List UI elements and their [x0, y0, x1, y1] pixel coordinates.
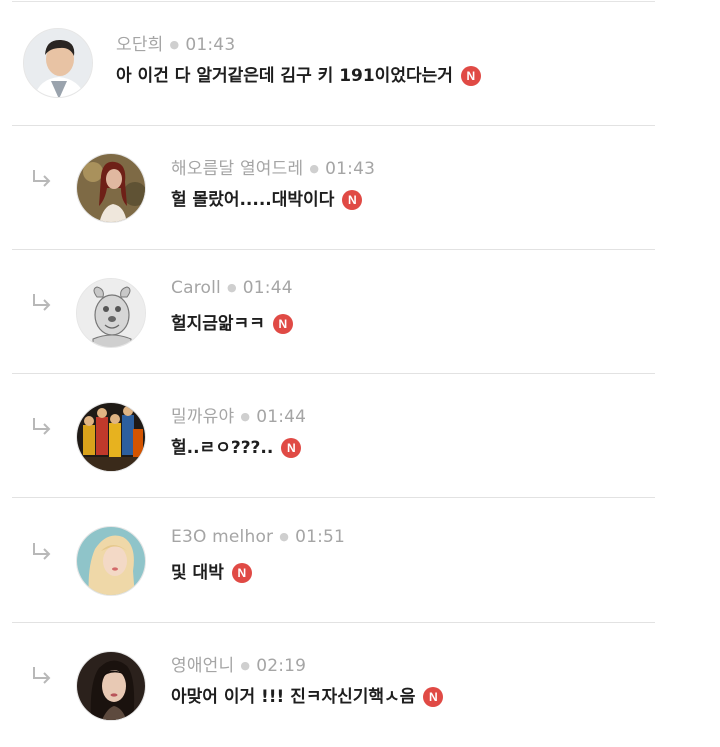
timestamp: 01:43: [325, 159, 376, 179]
author-name[interactable]: E3O melhor: [171, 527, 273, 547]
comment-body: 아 이건 다 알거같은데 김구 키 191이었다는거: [116, 66, 453, 86]
avatar-cartoon-dog-icon: [77, 279, 145, 347]
timestamp: 01:43: [185, 35, 236, 55]
reply-arrow-icon: [33, 667, 51, 684]
comment-body: 헐..ㄹㅇ???..: [171, 438, 274, 458]
comment-text: 아 이건 다 알거같은데 김구 키 191이었다는거 N: [116, 61, 481, 86]
comment-text: 및 대박 N: [171, 558, 252, 583]
author-name[interactable]: 영애언니: [171, 656, 234, 676]
timestamp: 01:44: [242, 278, 293, 298]
comment-body: 헐 몰랐어.....대박이다: [171, 190, 335, 210]
comment-text: 헐지금앎ㅋㅋ N: [171, 309, 293, 334]
comment-body: 아맞어 이거 !!! 진ㅋ자신기핵ㅅ음: [171, 687, 416, 707]
comment-text: 헐..ㄹㅇ???.. N: [171, 433, 302, 458]
separator-dot: ●: [169, 38, 180, 51]
timestamp: 02:19: [256, 656, 307, 676]
comment-text: 아맞어 이거 !!! 진ㅋ자신기핵ㅅ음 N: [171, 682, 444, 707]
reply-item: E3O melhor ● 01:51 및 대박 N: [12, 499, 655, 623]
avatar-blonde-woman-icon: [77, 527, 145, 595]
new-badge-icon: N: [272, 314, 293, 334]
author-name[interactable]: 오단희: [116, 35, 164, 55]
reply-item: 해오름달 열여드레 ● 01:43 헐 몰랐어.....대박이다 N: [12, 126, 655, 250]
comment-meta: 해오름달 열여드레 ● 01:43: [171, 154, 375, 179]
new-badge-icon: N: [423, 687, 444, 707]
avatar[interactable]: [76, 402, 146, 472]
reply-arrow-icon: [33, 543, 51, 560]
separator-dot: ●: [226, 281, 237, 294]
separator-dot: ●: [279, 530, 290, 543]
separator-dot: ●: [309, 162, 320, 175]
comment-meta: Caroll ● 01:44: [171, 278, 293, 298]
comment-body: 헐지금앎ㅋㅋ: [171, 314, 265, 334]
comment-meta: 밀까유야 ● 01:44: [171, 402, 306, 427]
separator-dot: ●: [240, 410, 251, 423]
separator-dot: ●: [240, 659, 251, 672]
reply-arrow-icon: [33, 418, 51, 435]
avatar[interactable]: [76, 153, 146, 223]
comment-meta: 영애언니 ● 02:19: [171, 651, 306, 676]
avatar-dark-hair-woman-icon: [77, 652, 145, 720]
author-name[interactable]: 밀까유야: [171, 407, 234, 427]
timestamp: 01:51: [295, 527, 346, 547]
avatar[interactable]: [23, 28, 93, 98]
new-badge-icon: N: [281, 438, 302, 458]
author-name[interactable]: Caroll: [171, 278, 221, 298]
reply-item: Caroll ● 01:44 헐지금앎ㅋㅋ N: [12, 250, 655, 374]
comment-body: 및 대박: [171, 563, 224, 583]
new-badge-icon: N: [231, 563, 252, 583]
comment-text: 헐 몰랐어.....대박이다 N: [171, 185, 363, 210]
avatar[interactable]: [76, 278, 146, 348]
timestamp: 01:44: [256, 407, 307, 427]
comment-meta: 오단희 ● 01:43: [116, 30, 235, 55]
avatar-woman-red-hair-icon: [77, 154, 145, 222]
avatar-colorful-group-icon: [77, 403, 145, 471]
author-name[interactable]: 해오름달 열여드레: [171, 159, 303, 179]
avatar[interactable]: [76, 651, 146, 721]
reply-item: 밀까유야 ● 01:44 헐..ㄹㅇ???.. N: [12, 374, 655, 498]
reply-arrow-icon: [33, 294, 51, 311]
comment-item: 오단희 ● 01:43 아 이건 다 알거같은데 김구 키 191이었다는거 N: [12, 2, 655, 126]
reply-arrow-icon: [33, 170, 51, 187]
new-badge-icon: N: [342, 190, 363, 210]
reply-item: 영애언니 ● 02:19 아맞어 이거 !!! 진ㅋ자신기핵ㅅ음 N: [12, 623, 655, 747]
new-badge-icon: N: [460, 66, 481, 86]
avatar-man-suit-icon: [24, 29, 92, 97]
comment-meta: E3O melhor ● 01:51: [171, 527, 345, 547]
avatar[interactable]: [76, 526, 146, 596]
